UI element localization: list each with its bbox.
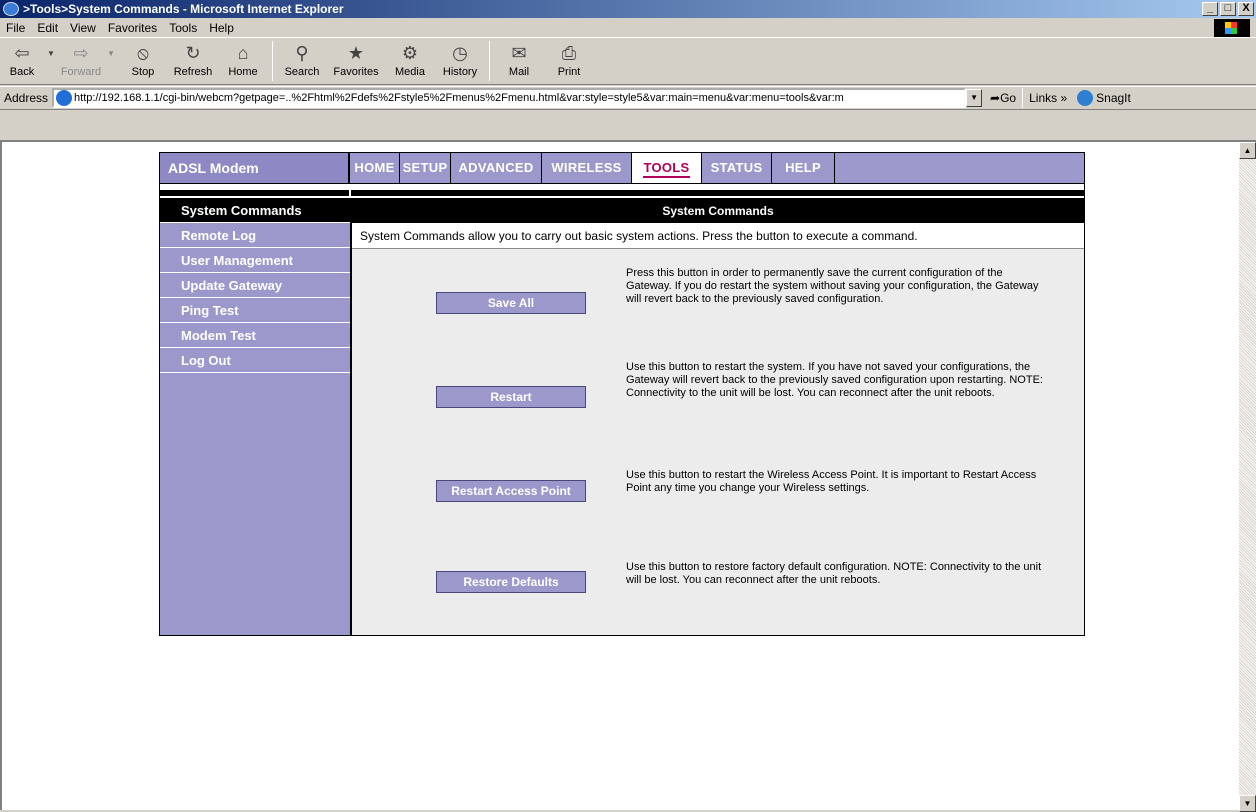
toolbar-divider — [489, 41, 490, 81]
nav-filler — [835, 153, 1084, 183]
go-arrow-icon: ➦ — [990, 91, 1001, 105]
restart-access-point-button[interactable]: Restart Access Point — [436, 480, 586, 502]
address-input[interactable]: http://192.168.1.1/cgi-bin/webcm?getpage… — [52, 88, 967, 108]
address-label: Address — [4, 91, 49, 105]
menu-file[interactable]: File — [0, 21, 31, 35]
scroll-up-button[interactable]: ▲ — [1239, 142, 1256, 159]
links-button[interactable]: Links » — [1029, 91, 1067, 105]
nav-tab-home[interactable]: HOME — [350, 153, 400, 183]
restart-button[interactable]: Restart — [436, 386, 586, 408]
media-icon: ⚙ — [401, 42, 419, 63]
nav-tab-tools[interactable]: TOOLS — [632, 153, 702, 183]
search-icon: ⚲ — [295, 42, 309, 63]
history-button[interactable]: ◷ History — [435, 41, 485, 79]
chevron-down-icon: ▼ — [970, 93, 978, 102]
home-button[interactable]: ⌂ Home — [218, 41, 268, 79]
forward-arrow-icon: ⇨ — [73, 42, 89, 63]
brand-title: ADSL Modem — [160, 153, 350, 183]
page-icon — [56, 90, 73, 106]
home-icon: ⌂ — [237, 42, 249, 63]
stop-icon: ⦸ — [137, 42, 149, 63]
browser-viewport: ADSL Modem HOME SETUP ADVANCED WIRELESS … — [0, 140, 1256, 812]
mail-button[interactable]: ✉ Mail — [494, 41, 544, 79]
stop-button[interactable]: ⦸ Stop — [118, 41, 168, 79]
nav-tab-wireless[interactable]: WIRELESS — [542, 153, 632, 183]
menu-bar: File Edit View Favorites Tools Help — [0, 18, 1256, 38]
nav-tab-advanced[interactable]: ADVANCED — [451, 153, 542, 183]
media-button[interactable]: ⚙ Media — [385, 41, 435, 79]
header-divider — [159, 184, 1085, 198]
menu-view[interactable]: View — [64, 21, 102, 35]
command-row-restart: Restart Use this button to restart the s… — [352, 349, 1087, 439]
chevron-down-icon: ▼ — [1243, 799, 1252, 808]
command-row-restart-access-point: Restart Access Point Use this button to … — [352, 439, 1087, 539]
restart-access-point-description: Use this button to restart the Wireless … — [626, 469, 1037, 494]
sidebar-item-ping-test[interactable]: Ping Test — [160, 298, 350, 323]
snagit-icon — [1077, 90, 1094, 106]
sidebar-item-update-gateway[interactable]: Update Gateway — [160, 273, 350, 298]
scroll-down-button[interactable]: ▼ — [1239, 795, 1256, 812]
sidebar-item-modem-test[interactable]: Modem Test — [160, 323, 350, 348]
favorites-button[interactable]: ★ Favorites — [327, 41, 385, 79]
refresh-icon: ↻ — [185, 42, 201, 63]
main-content: System Commands System Commands allow yo… — [350, 198, 1085, 636]
sidebar-item-user-management[interactable]: User Management — [160, 248, 350, 273]
refresh-button[interactable]: ↻ Refresh — [168, 41, 218, 79]
menu-edit[interactable]: Edit — [31, 21, 64, 35]
router-page: ADSL Modem HOME SETUP ADVANCED WIRELESS … — [159, 152, 1085, 636]
nav-tab-help[interactable]: HELP — [772, 153, 835, 183]
address-dropdown-button[interactable]: ▼ — [966, 89, 983, 107]
menu-tools[interactable]: Tools — [163, 21, 203, 35]
favorites-star-icon: ★ — [347, 42, 365, 63]
address-url: http://192.168.1.1/cgi-bin/webcm?getpage… — [74, 92, 844, 104]
printer-icon: ⎙ — [561, 42, 577, 63]
page-title: System Commands — [352, 199, 1084, 223]
back-arrow-icon: ⇦ — [14, 42, 30, 63]
restart-description: Use this button to restart the system. I… — [626, 361, 1043, 399]
save-all-description: Press this button in order to permanentl… — [626, 267, 1039, 305]
forward-dropdown[interactable]: ▼ — [104, 41, 118, 65]
history-icon: ◷ — [452, 42, 468, 63]
snagit-button[interactable]: SnagIt — [1077, 90, 1131, 106]
mail-icon: ✉ — [511, 42, 527, 63]
restore-defaults-button[interactable]: Restore Defaults — [436, 571, 586, 593]
back-dropdown[interactable]: ▼ — [44, 41, 58, 65]
sidebar-item-log-out[interactable]: Log Out — [160, 348, 350, 373]
top-navigation: ADSL Modem HOME SETUP ADVANCED WIRELESS … — [159, 152, 1085, 184]
maximize-button[interactable]: □ — [1220, 2, 1236, 16]
page-description: System Commands allow you to carry out b… — [352, 223, 1084, 249]
minimize-button[interactable]: _ — [1202, 2, 1218, 16]
vertical-scrollbar[interactable]: ▲ ▼ — [1239, 142, 1256, 812]
restore-defaults-description: Use this button to restore factory defau… — [626, 561, 1042, 586]
command-row-restore-defaults: Restore Defaults Use this button to rest… — [352, 539, 1087, 629]
sidebar-item-system-commands[interactable]: System Commands — [160, 198, 350, 223]
nav-tab-setup[interactable]: SETUP — [400, 153, 451, 183]
window-title-bar: >Tools>System Commands - Microsoft Inter… — [0, 0, 1256, 18]
address-divider — [1022, 88, 1024, 108]
window-title: >Tools>System Commands - Microsoft Inter… — [23, 2, 344, 16]
search-button[interactable]: ⚲ Search — [277, 41, 327, 79]
standard-toolbar: ⇦ Back ▼ ⇨ Forward ▼ ⦸ Stop ↻ Refresh ⌂ … — [0, 39, 1256, 85]
menu-help[interactable]: Help — [203, 21, 240, 35]
toolbar-divider — [272, 41, 273, 81]
go-button[interactable]: ➦ Go — [990, 91, 1016, 105]
sidebar-menu: System Commands Remote Log User Manageme… — [159, 198, 350, 636]
ie-icon — [3, 2, 19, 16]
chevron-up-icon: ▲ — [1243, 146, 1252, 155]
windows-logo-icon — [1214, 18, 1250, 37]
menu-favorites[interactable]: Favorites — [102, 21, 163, 35]
print-button[interactable]: ⎙ Print — [544, 41, 594, 79]
address-bar: Address http://192.168.1.1/cgi-bin/webcm… — [0, 86, 1256, 110]
save-all-button[interactable]: Save All — [436, 292, 586, 314]
sidebar-item-remote-log[interactable]: Remote Log — [160, 223, 350, 248]
command-row-save-all: Save All Press this button in order to p… — [352, 249, 1087, 349]
nav-tab-status[interactable]: STATUS — [702, 153, 772, 183]
close-button[interactable]: X — [1238, 2, 1254, 16]
